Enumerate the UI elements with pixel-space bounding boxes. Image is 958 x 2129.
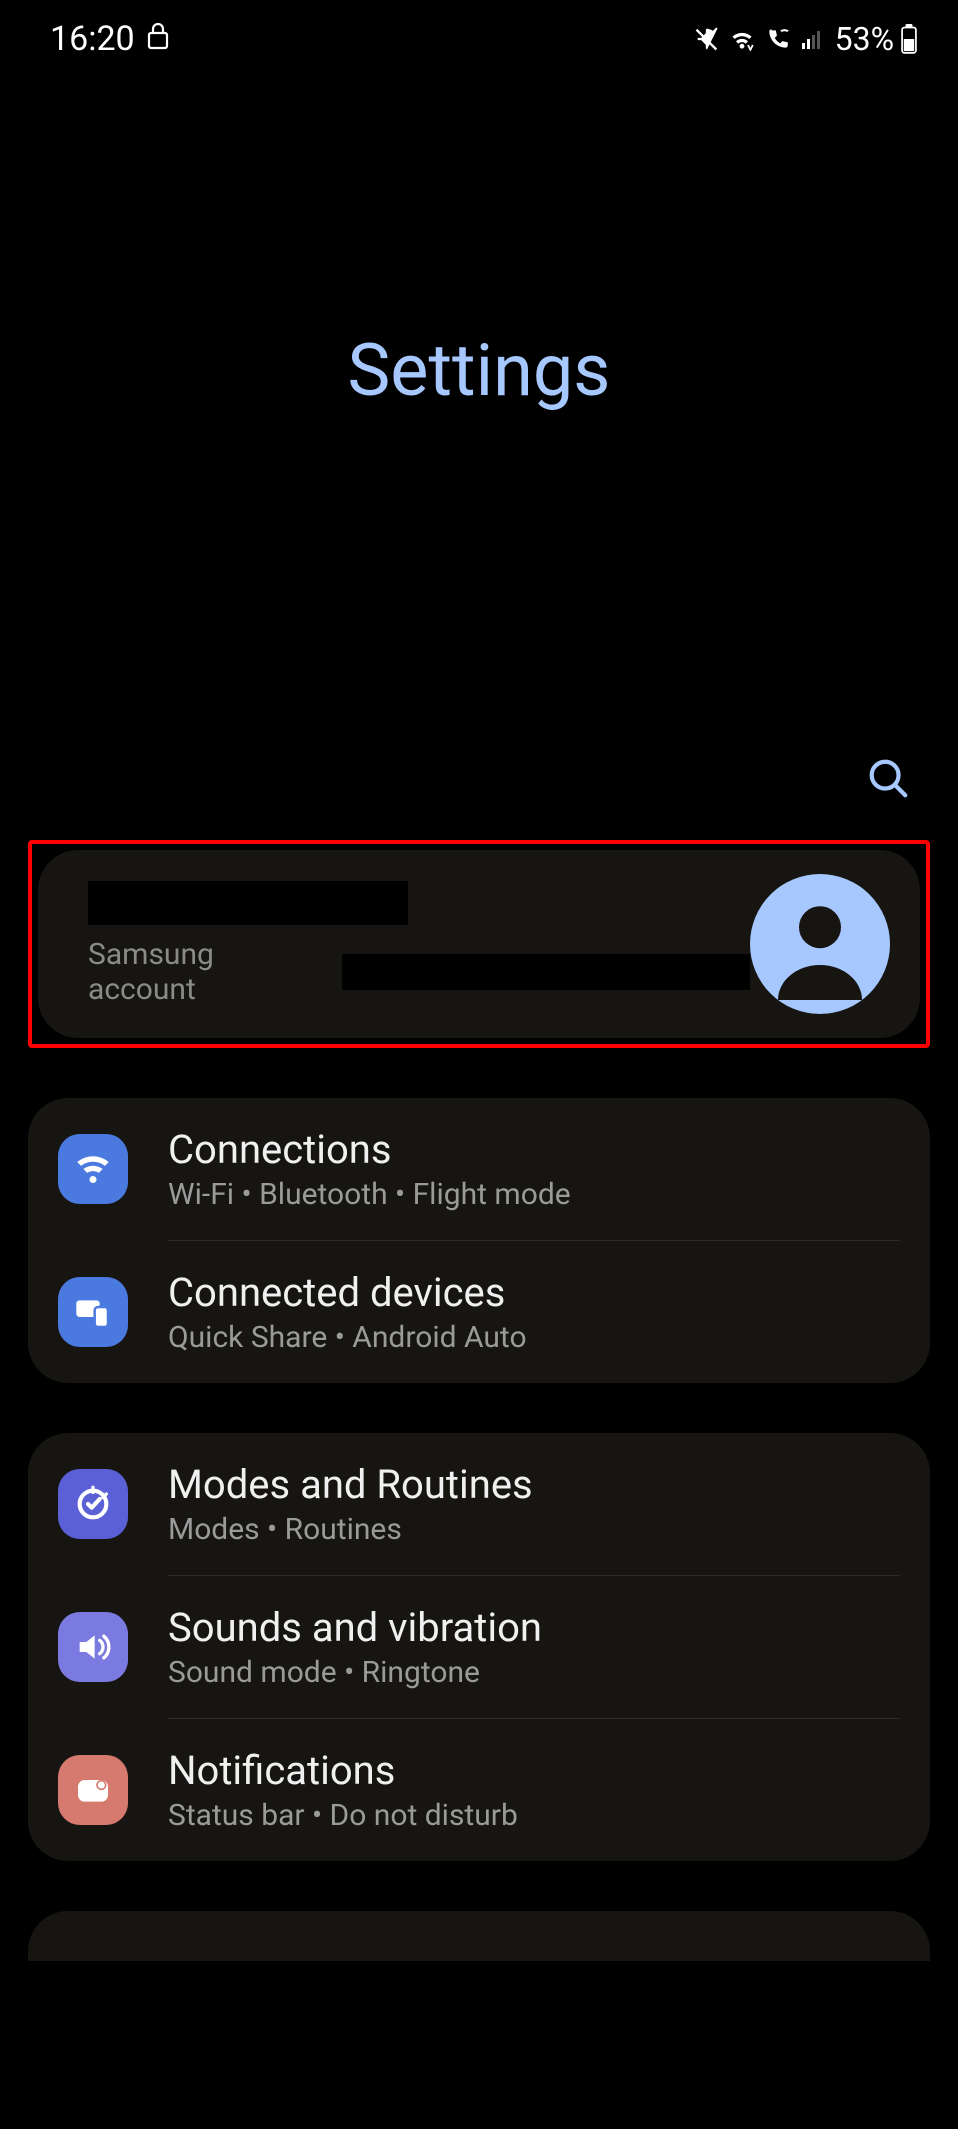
routines-icon [58, 1469, 128, 1539]
search-button[interactable] [858, 750, 918, 810]
list-item-sounds-vibration[interactable]: Sounds and vibration Sound mode • Ringto… [28, 1576, 930, 1718]
status-right: 53% [693, 20, 918, 58]
status-bar: 16:20 [0, 0, 958, 70]
action-bar [0, 750, 958, 840]
mute-icon [693, 25, 721, 53]
list-item-text: Connections Wi-Fi • Bluetooth • Flight m… [168, 1126, 900, 1212]
status-left: 16:20 [50, 19, 169, 59]
list-item-title: Connected devices [168, 1269, 900, 1316]
search-icon [865, 755, 911, 805]
list-item-text: Notifications Status bar • Do not distur… [168, 1747, 900, 1833]
list-item-subtitle: Status bar • Do not disturb [168, 1798, 900, 1833]
battery-icon [900, 24, 918, 54]
account-subtitle: Samsung account [88, 937, 328, 1007]
settings-group-1: Connections Wi-Fi • Bluetooth • Flight m… [28, 1098, 930, 1383]
account-name-redacted [88, 881, 408, 925]
list-item-notifications[interactable]: Notifications Status bar • Do not distur… [28, 1719, 930, 1861]
account-highlight-box: Samsung account [28, 840, 930, 1048]
list-item-connected-devices[interactable]: Connected devices Quick Share • Android … [28, 1241, 930, 1383]
battery-text: 53% [835, 20, 894, 58]
wifi-icon [58, 1134, 128, 1204]
settings-group-2: Modes and Routines Modes • Routines Soun… [28, 1433, 930, 1861]
list-item-modes-routines[interactable]: Modes and Routines Modes • Routines [28, 1433, 930, 1575]
account-card[interactable]: Samsung account [38, 850, 920, 1038]
list-item-title: Sounds and vibration [168, 1604, 900, 1651]
sound-icon [58, 1612, 128, 1682]
wifi-calling-icon [763, 26, 793, 52]
devices-icon [58, 1277, 128, 1347]
settings-group-3-peek [28, 1911, 930, 1961]
account-text-group: Samsung account [68, 881, 750, 1007]
page-title: Settings [348, 328, 611, 413]
list-item-subtitle: Quick Share • Android Auto [168, 1320, 900, 1355]
lock-icon [147, 19, 169, 59]
list-item-text: Modes and Routines Modes • Routines [168, 1461, 900, 1547]
status-time: 16:20 [50, 19, 135, 59]
account-email-redacted [342, 954, 750, 990]
wifi-icon [727, 27, 757, 51]
list-item-title: Modes and Routines [168, 1461, 900, 1508]
list-item-subtitle: Wi-Fi • Bluetooth • Flight mode [168, 1177, 900, 1212]
list-item-connections[interactable]: Connections Wi-Fi • Bluetooth • Flight m… [28, 1098, 930, 1240]
notifications-icon [58, 1755, 128, 1825]
list-item-text: Connected devices Quick Share • Android … [168, 1269, 900, 1355]
list-item-title: Notifications [168, 1747, 900, 1794]
signal-icon [799, 27, 825, 51]
list-item-text: Sounds and vibration Sound mode • Ringto… [168, 1604, 900, 1690]
account-subtitle-row: Samsung account [88, 937, 750, 1007]
header-region: Settings [0, 70, 958, 790]
list-item-subtitle: Sound mode • Ringtone [168, 1655, 900, 1690]
avatar [750, 874, 890, 1014]
list-item-title: Connections [168, 1126, 900, 1173]
list-item-subtitle: Modes • Routines [168, 1512, 900, 1547]
